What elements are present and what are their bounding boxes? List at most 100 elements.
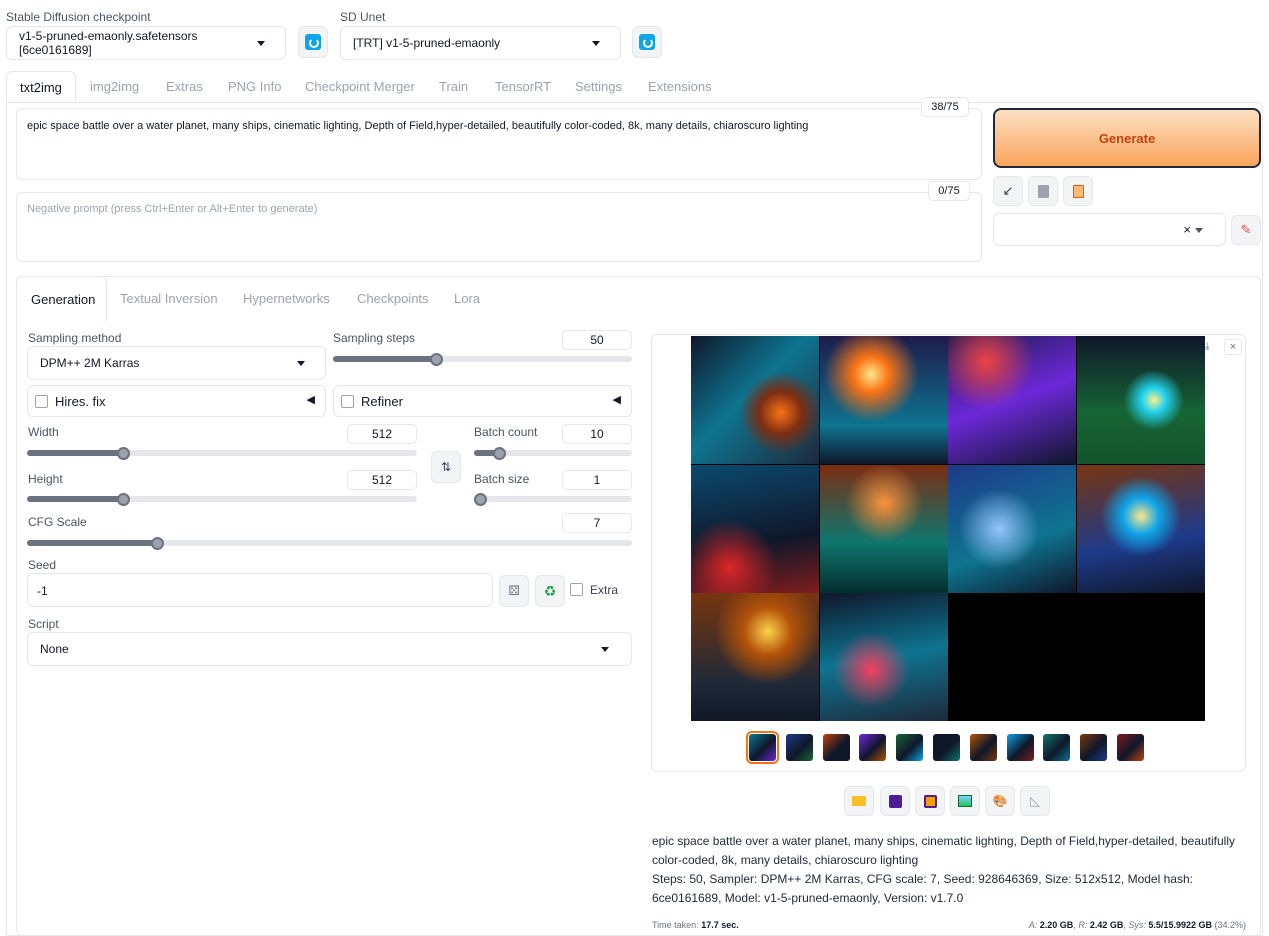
batch-size-slider[interactable] bbox=[474, 492, 632, 506]
refiner-checkbox[interactable] bbox=[341, 395, 354, 408]
sampling-steps-slider[interactable] bbox=[333, 352, 632, 366]
width-input[interactable]: 512 bbox=[347, 424, 417, 444]
gallery-thumbnail[interactable] bbox=[1043, 734, 1071, 761]
chevron-down-icon bbox=[257, 41, 265, 46]
send-to-inpaint-button[interactable]: 🎨 bbox=[985, 786, 1015, 816]
output-params: Steps: 50, Sampler: DPM++ 2M Karras, CFG… bbox=[652, 872, 1193, 905]
gallery-thumbnail[interactable] bbox=[969, 734, 997, 761]
unet-label: SD Unet bbox=[340, 10, 386, 24]
gallery-thumbnail[interactable] bbox=[933, 734, 960, 761]
prompt-text: epic space battle over a water planet, m… bbox=[27, 120, 809, 132]
cfg-scale-slider[interactable] bbox=[27, 536, 632, 550]
zip-button[interactable] bbox=[915, 786, 945, 816]
tab-train[interactable]: Train bbox=[439, 79, 468, 94]
tab-generation-label: Generation bbox=[31, 292, 96, 307]
gallery-thumbnail[interactable] bbox=[1080, 734, 1108, 761]
gallery-thumbnail[interactable] bbox=[822, 734, 850, 761]
gallery-thumbnail[interactable] bbox=[746, 731, 779, 764]
negative-prompt-placeholder: Negative prompt (press Ctrl+Enter or Alt… bbox=[27, 203, 318, 215]
generate-label: Generate bbox=[1098, 130, 1156, 146]
tab-generation[interactable]: Generation bbox=[16, 276, 107, 322]
dice-icon: ⚄ bbox=[508, 583, 520, 598]
seed-input[interactable]: -1 bbox=[27, 573, 493, 607]
tab-extensions[interactable]: Extensions bbox=[648, 79, 712, 94]
edit-styles-button[interactable]: ✎ bbox=[1231, 215, 1261, 245]
width-slider[interactable] bbox=[27, 446, 417, 460]
checkpoint-dropdown[interactable]: v1-5-pruned-emaonly.safetensors [6ce0161… bbox=[6, 26, 286, 60]
archive-icon bbox=[923, 794, 937, 808]
gallery-thumbnail[interactable] bbox=[1117, 734, 1144, 761]
chevron-down-icon bbox=[601, 647, 609, 652]
batch-count-slider[interactable] bbox=[474, 446, 632, 460]
hires-fix-label: Hires. fix bbox=[55, 394, 106, 409]
apply-styles-button[interactable] bbox=[1063, 176, 1093, 206]
send-to-img2img-button[interactable] bbox=[950, 786, 980, 816]
slider-handle[interactable] bbox=[430, 352, 444, 366]
slider-handle[interactable] bbox=[492, 446, 506, 460]
batch-size-input[interactable]: 1 bbox=[562, 470, 632, 490]
gallery-thumbnail[interactable] bbox=[785, 734, 813, 761]
prompt-textarea[interactable]: epic space battle over a water planet, m… bbox=[16, 108, 982, 180]
extra-seed-checkbox[interactable] bbox=[570, 583, 583, 596]
send-to-extras-button[interactable]: ◺ bbox=[1020, 786, 1050, 816]
unet-value: [TRT] v1-5-pruned-emaonly bbox=[353, 36, 501, 50]
negative-prompt-textarea[interactable]: Negative prompt (press Ctrl+Enter or Alt… bbox=[16, 192, 982, 262]
close-icon[interactable]: × bbox=[1224, 339, 1242, 355]
generate-button[interactable]: Generate bbox=[993, 108, 1261, 168]
save-button[interactable] bbox=[880, 786, 910, 816]
script-label: Script bbox=[28, 617, 59, 631]
tab-img2img[interactable]: img2img bbox=[90, 79, 139, 94]
tab-tensorrt[interactable]: TensorRT bbox=[495, 79, 551, 94]
refresh-unet-button[interactable] bbox=[632, 26, 662, 58]
open-folder-button[interactable] bbox=[844, 786, 874, 816]
tab-checkpoints[interactable]: Checkpoints bbox=[357, 291, 429, 306]
gallery-thumbnail[interactable] bbox=[1006, 734, 1034, 761]
slider-handle[interactable] bbox=[117, 446, 131, 460]
height-input[interactable]: 512 bbox=[347, 470, 417, 490]
sampling-method-dropdown[interactable]: DPM++ 2M Karras bbox=[27, 346, 326, 380]
slider-handle[interactable] bbox=[117, 492, 131, 506]
tab-settings[interactable]: Settings bbox=[575, 79, 622, 94]
batch-count-input[interactable]: 10 bbox=[562, 424, 632, 444]
cfg-scale-input[interactable]: 7 bbox=[562, 513, 632, 533]
vram-usage: A: 2.20 GB, R: 2.42 GB, Sys: 5.5/15.9922… bbox=[1028, 920, 1246, 930]
unet-dropdown[interactable]: [TRT] v1-5-pruned-emaonly bbox=[340, 26, 621, 60]
hires-fix-checkbox[interactable] bbox=[35, 395, 48, 408]
collapse-arrow-icon[interactable]: ◀ bbox=[613, 393, 621, 406]
collapse-arrow-icon[interactable]: ◀ bbox=[307, 393, 315, 406]
styles-dropdown[interactable]: × bbox=[993, 213, 1226, 246]
sampling-steps-label: Sampling steps bbox=[333, 331, 416, 345]
folder-icon bbox=[852, 796, 866, 806]
refresh-icon bbox=[639, 34, 655, 50]
sampling-steps-input[interactable]: 50 bbox=[562, 330, 632, 350]
script-dropdown[interactable]: None bbox=[27, 632, 632, 666]
refresh-checkpoint-button[interactable] bbox=[298, 26, 328, 58]
tab-checkpoint-merger[interactable]: Checkpoint Merger bbox=[305, 79, 415, 94]
gallery-thumbnail[interactable] bbox=[859, 734, 887, 761]
image-icon bbox=[958, 795, 972, 807]
output-grid-image[interactable] bbox=[691, 336, 1205, 721]
gallery-thumbnail[interactable] bbox=[896, 734, 924, 761]
slider-handle[interactable] bbox=[151, 536, 165, 550]
tab-textual-inversion[interactable]: Textual Inversion bbox=[120, 291, 218, 306]
extra-seed-label: Extra bbox=[590, 583, 619, 597]
tab-lora[interactable]: Lora bbox=[454, 291, 480, 306]
slider-handle[interactable] bbox=[474, 492, 487, 506]
tab-hypernetworks[interactable]: Hypernetworks bbox=[243, 291, 330, 306]
refiner-accordion[interactable]: Refiner ◀ bbox=[333, 385, 632, 417]
sampling-method-label: Sampling method bbox=[28, 331, 122, 345]
read-params-button[interactable]: ↙ bbox=[993, 176, 1023, 206]
hires-fix-accordion[interactable]: Hires. fix ◀ bbox=[27, 385, 326, 417]
tab-extras[interactable]: Extras bbox=[166, 79, 203, 94]
random-seed-button[interactable]: ⚄ bbox=[499, 575, 529, 607]
swap-icon: ⇅ bbox=[440, 460, 452, 474]
tab-png-info[interactable]: PNG Info bbox=[228, 79, 281, 94]
output-caption: epic space battle over a water planet, m… bbox=[652, 834, 1235, 867]
swap-dimensions-button[interactable]: ⇅ bbox=[431, 451, 461, 483]
reuse-seed-button[interactable]: ♻ bbox=[535, 575, 565, 607]
height-slider[interactable] bbox=[27, 492, 417, 506]
download-icon[interactable]: ⤓ bbox=[1205, 341, 1209, 352]
close-icon[interactable]: × bbox=[1183, 222, 1191, 237]
tab-txt2img[interactable]: txt2img bbox=[6, 71, 76, 103]
clear-prompt-button[interactable] bbox=[1028, 176, 1058, 206]
